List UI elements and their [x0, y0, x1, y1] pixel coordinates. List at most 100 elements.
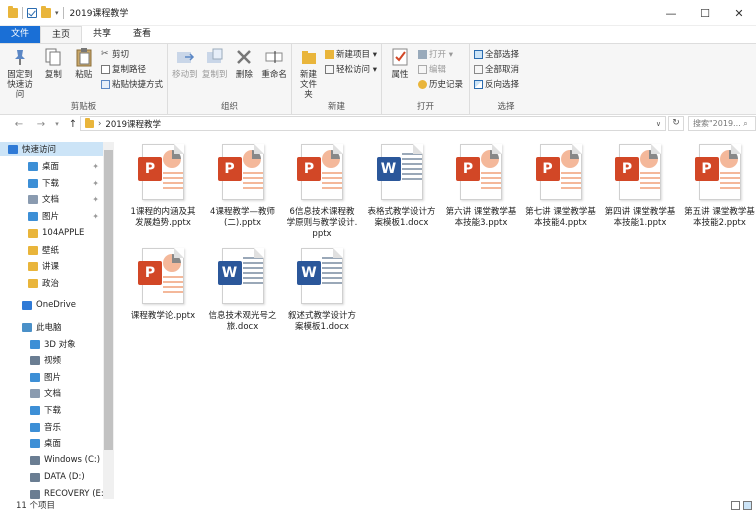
- breadcrumb[interactable]: 2019课程教学: [105, 118, 161, 130]
- file-item[interactable]: P 课程教学论.pptx: [125, 237, 201, 322]
- copy-path-icon: [100, 64, 110, 74]
- sidebar-item[interactable]: RECOVERY (E:): [0, 487, 107, 499]
- address-field[interactable]: › 2019课程教学 ∨: [80, 116, 666, 131]
- sidebar-item-label: 此电脑: [36, 323, 62, 333]
- customize-toolbar-icon[interactable]: ▾: [55, 9, 59, 17]
- back-arrow-icon[interactable]: ←: [12, 119, 26, 130]
- sidebar-item[interactable]: Windows (C:): [0, 453, 103, 467]
- file-item[interactable]: P 第五讲 课堂教学基本技能2.pptx: [682, 133, 756, 229]
- sidebar-item-label: 音乐: [44, 423, 62, 433]
- sidebar-item[interactable]: 快速访问: [0, 142, 103, 156]
- new-folder-icon[interactable]: [41, 5, 51, 18]
- search-input[interactable]: 搜索"2019... ⌕: [688, 116, 756, 131]
- sidebar-item-label: 桌面: [44, 439, 62, 449]
- folder-icon: [28, 161, 38, 171]
- sidebar-item[interactable]: 图片: [0, 370, 103, 384]
- forward-arrow-icon[interactable]: →: [34, 119, 48, 130]
- invert-selection-button[interactable]: 反向选择: [474, 78, 519, 90]
- edit-icon: [418, 64, 427, 74]
- cut-button[interactable]: ✂ 剪切: [101, 48, 163, 60]
- sidebar-item[interactable]: 壁纸: [0, 243, 103, 257]
- folder-icon: [30, 372, 40, 382]
- sidebar-item[interactable]: OneDrive: [0, 298, 103, 312]
- maximize-button[interactable]: ☐: [688, 0, 722, 26]
- sidebar-item[interactable]: 政治: [0, 276, 103, 290]
- status-bar: 11 个项目: [0, 499, 756, 513]
- paste-shortcut-button[interactable]: 粘贴快捷方式: [100, 78, 163, 90]
- sidebar-item[interactable]: 此电脑: [0, 320, 103, 334]
- pin-icon: ✦: [92, 161, 99, 171]
- sidebar-item-label: OneDrive: [36, 300, 76, 310]
- sidebar-item-label: 快速访问: [22, 145, 57, 155]
- sidebar-item[interactable]: 视频: [0, 353, 103, 367]
- sidebar-item[interactable]: 图片 ✦: [0, 209, 103, 223]
- file-view: P 1课程的内涵及其发展趋势.pptx P 4课程教学—教师(二).pptx P 6信息技…: [115, 133, 756, 499]
- file-item[interactable]: P 6信息技术课程教学原则与教学设计.pptx: [284, 133, 360, 240]
- file-name: 课程教学论.pptx: [130, 311, 196, 321]
- sidebar-item[interactable]: 文档 ✦: [0, 192, 103, 206]
- tab-home[interactable]: 主页: [40, 26, 83, 43]
- sidebar-item[interactable]: 文档: [0, 386, 103, 400]
- sidebar-scrollbar[interactable]: [103, 142, 114, 499]
- file-name: 叙述式教学设计方案模板1.docx: [287, 311, 356, 332]
- address-dropdown-chevron-icon[interactable]: ∨: [656, 120, 661, 128]
- sidebar-item-label: 文档: [44, 389, 62, 399]
- file-item[interactable]: P 1课程的内涵及其发展趋势.pptx: [125, 133, 201, 229]
- powerpoint-file-icon: P: [535, 144, 586, 204]
- file-item[interactable]: P 4课程教学—教师(二).pptx: [205, 133, 281, 229]
- tab-share[interactable]: 共享: [82, 26, 122, 43]
- sidebar-item-label: 3D 对象: [44, 340, 76, 350]
- easy-access-button[interactable]: 轻松访问 ▾: [325, 63, 377, 75]
- sidebar-item[interactable]: 讲课: [0, 259, 103, 273]
- select-all-button[interactable]: 全部选择: [474, 48, 519, 60]
- open-group: 属性 打开 ▾ 编辑 历史记录 打开: [382, 44, 470, 114]
- clipboard-group: 固定到 快速访问 复制 粘贴 ✂ 剪切 复制路径 粘贴快捷方式 剪贴板: [0, 44, 168, 114]
- select-none-button[interactable]: 全部取消: [474, 63, 519, 75]
- window-title: 2019课程教学: [69, 9, 129, 19]
- cloud-icon: [22, 300, 32, 310]
- sidebar-item[interactable]: 桌面: [0, 436, 103, 450]
- sidebar-item[interactable]: DATA (D:): [0, 470, 103, 484]
- properties-icon: [390, 47, 410, 67]
- sidebar-item-label: 图片: [44, 373, 62, 383]
- up-arrow-icon[interactable]: ↑: [66, 119, 80, 130]
- breadcrumb-separator-icon: ›: [98, 118, 102, 129]
- copy-path-button[interactable]: 复制路径: [100, 63, 163, 75]
- file-item[interactable]: P 第七讲 课堂教学基本技能4.pptx: [523, 133, 599, 229]
- history-button[interactable]: 历史记录: [418, 78, 463, 90]
- tab-file[interactable]: 文件: [0, 26, 41, 43]
- file-item[interactable]: W 信息技术观光号之旅.docx: [205, 237, 281, 333]
- move-to-icon: [175, 47, 195, 67]
- pin-icon: ✦: [92, 178, 99, 188]
- window-controls: — ☐ ✕: [654, 0, 756, 26]
- tab-view[interactable]: 查看: [122, 26, 162, 43]
- details-view-icon[interactable]: [731, 501, 740, 510]
- file-item[interactable]: W 表格式教学设计方案模板1.docx: [364, 133, 440, 229]
- file-item[interactable]: W 叙述式教学设计方案模板1.docx: [284, 237, 360, 333]
- file-item[interactable]: P 第四讲 课堂教学基本技能1.pptx: [602, 133, 678, 229]
- new-item-button[interactable]: 新建项目 ▾: [325, 48, 377, 60]
- edit-button[interactable]: 编辑: [418, 63, 463, 75]
- sidebar-item[interactable]: 104APPLE: [0, 226, 103, 240]
- scrollbar-thumb[interactable]: [104, 150, 113, 450]
- recent-locations-chevron-icon[interactable]: ▾: [50, 120, 64, 128]
- minimize-button[interactable]: —: [654, 0, 688, 26]
- file-name: 4课程教学—教师(二).pptx: [210, 207, 275, 228]
- sidebar-item[interactable]: 下载 ✦: [0, 176, 103, 190]
- file-name: 第六讲 课堂教学基本技能3.pptx: [445, 207, 517, 228]
- sidebar-item-label: DATA (D:): [44, 472, 85, 482]
- folder-icon: [8, 5, 18, 18]
- sidebar-item-label: 政治: [42, 279, 60, 289]
- open-button[interactable]: 打开 ▾: [418, 48, 463, 60]
- file-item[interactable]: P 第六讲 课堂教学基本技能3.pptx: [443, 133, 519, 229]
- sidebar-item[interactable]: 音乐: [0, 420, 103, 434]
- large-icons-view-icon[interactable]: [743, 501, 752, 510]
- refresh-button[interactable]: ↻: [668, 116, 684, 131]
- word-file-icon: W: [217, 248, 268, 308]
- properties-icon[interactable]: [27, 7, 37, 18]
- close-button[interactable]: ✕: [722, 0, 756, 26]
- sidebar-item[interactable]: 下载: [0, 403, 103, 417]
- new-item-icon: [325, 49, 335, 59]
- sidebar-item[interactable]: 桌面 ✦: [0, 159, 103, 173]
- sidebar-item[interactable]: 3D 对象: [0, 337, 103, 351]
